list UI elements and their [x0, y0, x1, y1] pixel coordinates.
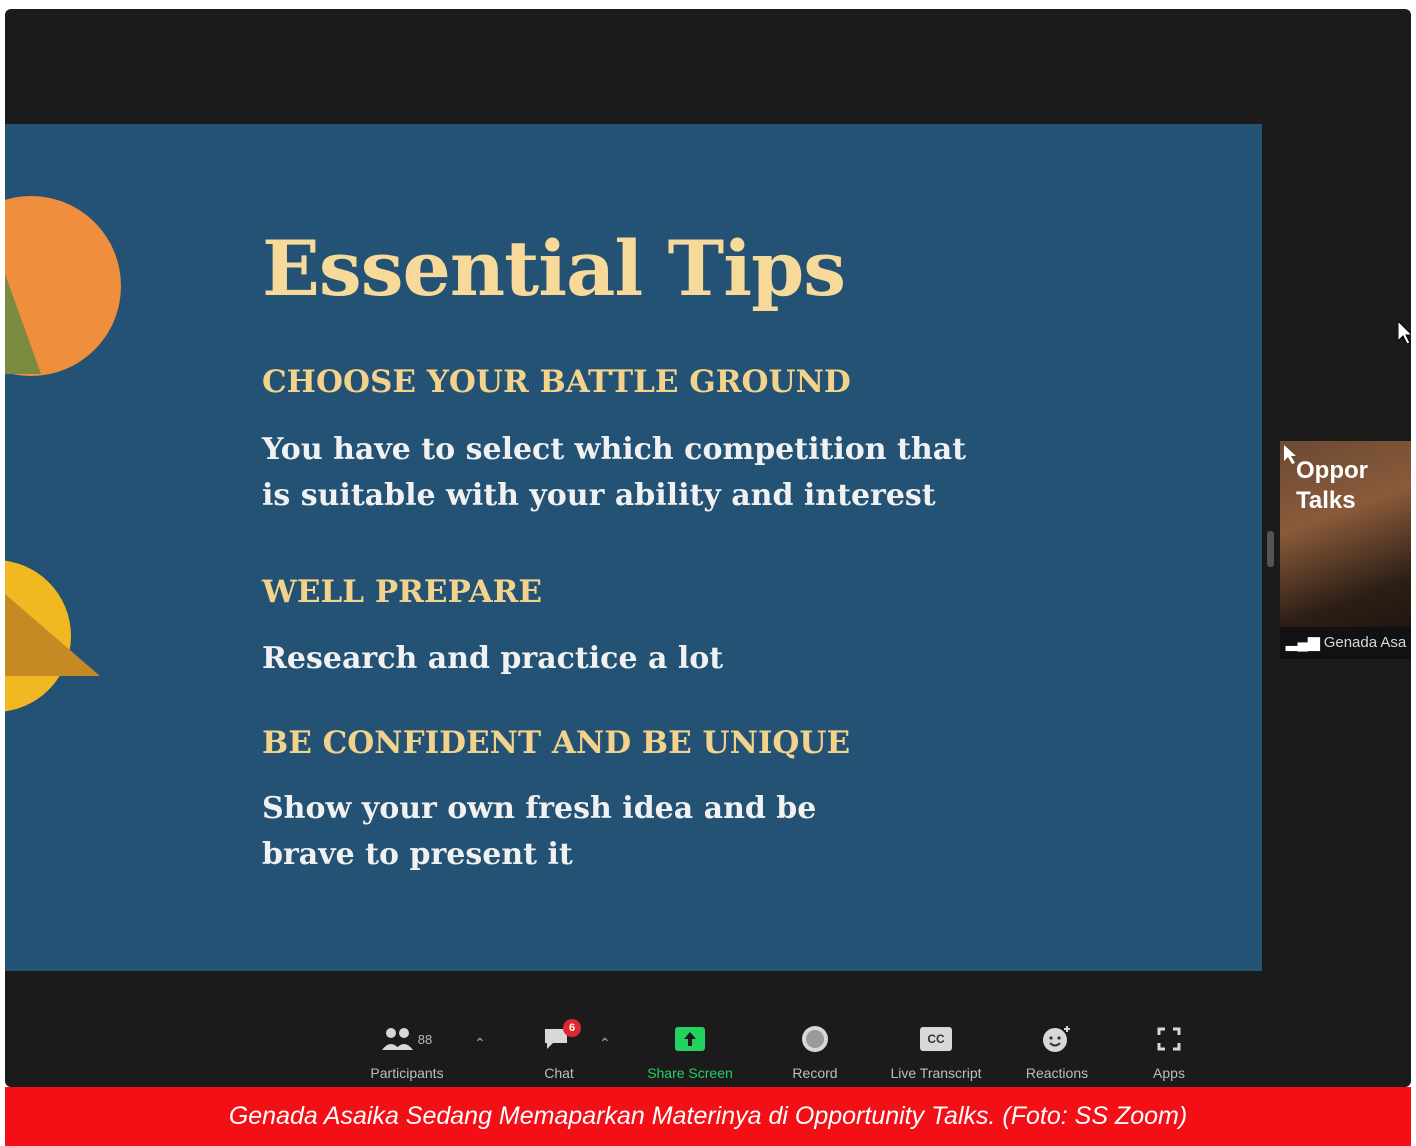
cc-text: CC — [920, 1027, 952, 1051]
signal-bars-icon: ▂▄▆ — [1286, 634, 1320, 651]
record-button[interactable]: Record — [784, 1021, 846, 1081]
slide-title: Essential Tips — [262, 224, 846, 313]
chat-unread-badge: 6 — [563, 1019, 581, 1037]
image-caption: Genada Asaika Sedang Memaparkan Materiny… — [5, 1087, 1411, 1146]
reactions-button[interactable]: Reactions — [1017, 1021, 1097, 1081]
record-icon — [784, 1021, 846, 1057]
participants-button[interactable]: 88 Participants — [362, 1021, 452, 1081]
tip-body-3: Show your own fresh idea and be brave to… — [262, 786, 816, 878]
reactions-icon — [1017, 1021, 1097, 1057]
tip-heading-1: CHOOSE YOUR BATTLE GROUND — [262, 364, 851, 400]
apps-icon — [1139, 1021, 1199, 1057]
participant-name-bar: ▂▄▆ Genada Asa — [1280, 627, 1411, 659]
reactions-label: Reactions — [1025, 1065, 1089, 1081]
share-screen-icon — [638, 1021, 742, 1057]
record-label: Record — [792, 1065, 838, 1081]
chat-icon: 6 — [529, 1019, 589, 1057]
tip-body-1-line-1: You have to select which competition tha… — [262, 432, 967, 467]
chat-label: Chat — [544, 1065, 574, 1081]
apps-button[interactable]: Apps — [1139, 1021, 1199, 1081]
closed-caption-icon: CC — [881, 1021, 991, 1057]
apps-label: Apps — [1153, 1065, 1185, 1081]
tip-body-1-line-2: is suitable with your ability and intere… — [262, 478, 936, 513]
tip-body-2: Research and practice a lot — [262, 641, 724, 676]
panel-resize-handle[interactable] — [1267, 531, 1274, 567]
participant-name: Genada Asa — [1323, 634, 1407, 651]
participants-icon: 88 — [362, 1021, 452, 1057]
live-transcript-label: Live Transcript — [890, 1065, 982, 1081]
mouse-cursor-icon — [1398, 321, 1411, 345]
participants-options-chevron-icon[interactable]: ⌃ — [474, 1035, 486, 1052]
live-transcript-button[interactable]: CC Live Transcript — [881, 1021, 991, 1081]
thumb-title-line-1: Oppor — [1296, 457, 1368, 484]
zoom-window: Essential Tips CHOOSE YOUR BATTLE GROUND… — [5, 9, 1411, 1087]
participant-video-thumbnail[interactable]: Oppor Talks ▂▄▆ Genada Asa — [1280, 441, 1411, 659]
chat-button[interactable]: 6 Chat — [529, 1019, 589, 1081]
decorative-shapes — [5, 196, 121, 712]
share-screen-label: Share Screen — [647, 1065, 733, 1081]
tip-heading-2: WELL PREPARE — [262, 574, 543, 610]
thumb-title-line-2: Talks — [1296, 487, 1356, 514]
meeting-toolbar: 88 Participants ⌃ 6 Chat ⌃ Share Screen — [5, 1009, 1411, 1087]
share-screen-button[interactable]: Share Screen — [638, 1021, 742, 1081]
shared-slide: Essential Tips CHOOSE YOUR BATTLE GROUND… — [5, 124, 1262, 971]
participants-count: 88 — [417, 1031, 433, 1047]
participants-label: Participants — [370, 1065, 444, 1081]
tip-body-3-line-1: Show your own fresh idea and be — [262, 791, 817, 826]
tip-heading-3: BE CONFIDENT AND BE UNIQUE — [262, 725, 851, 761]
tip-body-3-line-2: brave to present it — [262, 837, 573, 872]
chat-options-chevron-icon[interactable]: ⌃ — [599, 1035, 611, 1052]
tip-body-1: You have to select which competition tha… — [262, 427, 966, 519]
